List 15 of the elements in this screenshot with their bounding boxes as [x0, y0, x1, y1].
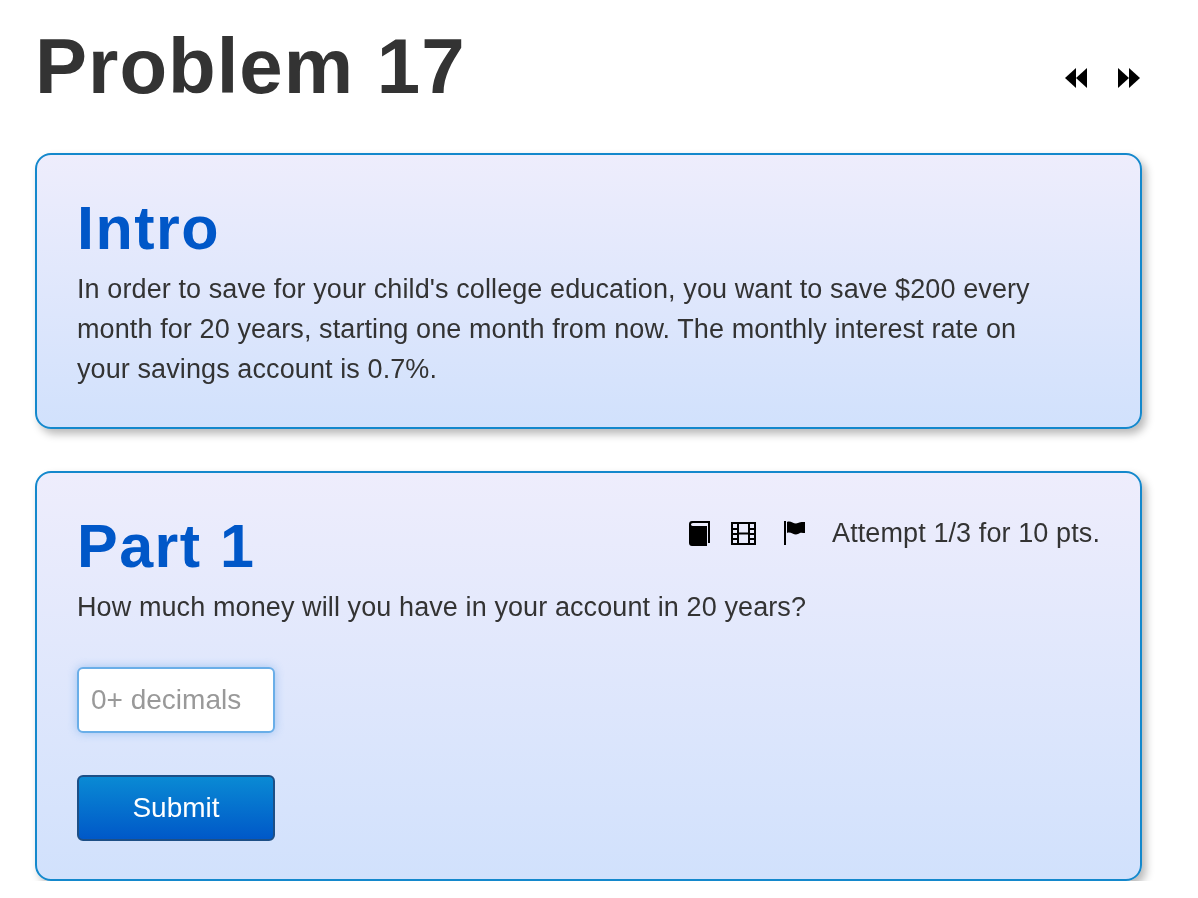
rewind-icon — [1065, 68, 1087, 88]
attempt-info: Attempt 1/3 for 10 pts. — [832, 517, 1100, 550]
film-strip-icon[interactable] — [731, 521, 757, 545]
question-text: How much money will you have in your account in 20 years? — [77, 591, 808, 624]
answer-field[interactable]: 0+ decimals — [77, 667, 275, 733]
intro-heading: Intro — [77, 195, 222, 261]
submit-button[interactable]: Submit — [77, 775, 275, 841]
flag-icon[interactable] — [784, 521, 806, 545]
part-heading: Part 1 — [77, 513, 256, 579]
book-icon[interactable] — [689, 520, 713, 546]
intro-text: In order to save for your child's college education, you want to save $200 every month for 20 years, starting one month from now. The monthly interest rate on your savings account is 0.7%. — [77, 273, 1031, 386]
problem-title: Problem 17 — [35, 23, 466, 109]
previous-problem-button[interactable] — [1065, 68, 1087, 88]
next-problem-button[interactable] — [1118, 68, 1140, 88]
fast-forward-icon — [1118, 68, 1140, 88]
